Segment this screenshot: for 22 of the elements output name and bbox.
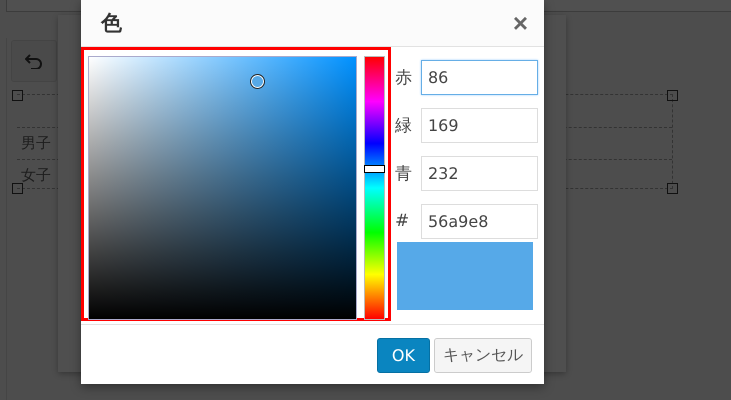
ok-button[interactable]: OK [376, 338, 430, 372]
dialog-title: 色 [101, 10, 122, 37]
field-label: 緑 [395, 114, 413, 136]
field-label: 赤 [395, 66, 413, 88]
input-field[interactable]: 169 [421, 108, 538, 142]
field-label: 青 [395, 162, 413, 184]
hue-thumb[interactable] [364, 165, 385, 174]
resize-handle[interactable] [12, 183, 23, 194]
undo-icon [25, 53, 43, 69]
resize-handle[interactable] [667, 90, 678, 101]
field-label: # [395, 211, 410, 231]
resize-handle[interactable] [667, 183, 678, 194]
input-field[interactable]: 56a9e8 [421, 204, 538, 238]
input-field[interactable]: 86 [421, 60, 538, 94]
hue-slider[interactable] [364, 56, 385, 320]
undo-button[interactable] [11, 40, 57, 82]
resize-handle[interactable] [12, 90, 23, 101]
cancel-button[interactable]: キャンセル [434, 338, 532, 372]
input-field[interactable]: 232 [421, 156, 538, 190]
saturation-value-area[interactable] [88, 56, 357, 320]
color-marker[interactable] [250, 74, 266, 89]
close-button[interactable]: × [508, 10, 532, 36]
